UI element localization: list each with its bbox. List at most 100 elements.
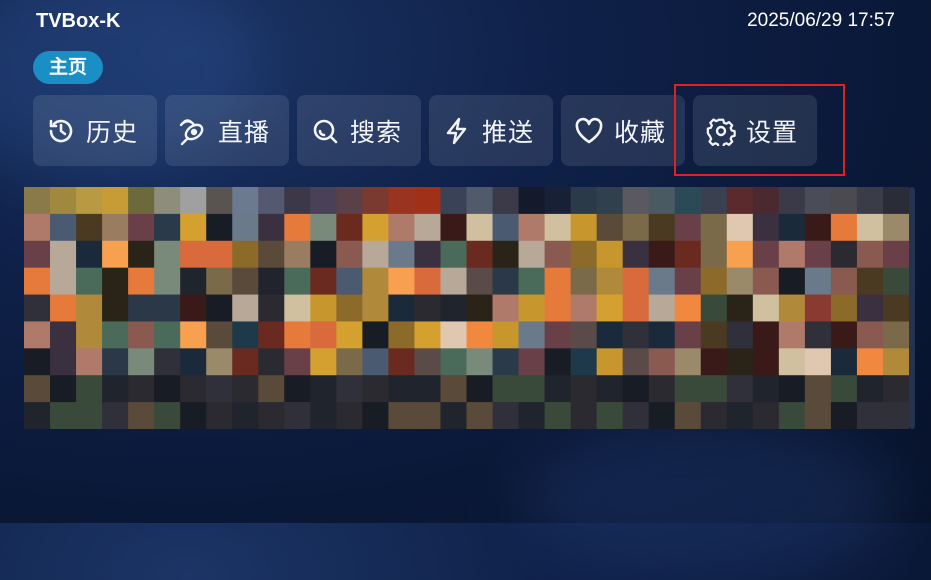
mosaic-tile bbox=[50, 348, 77, 376]
mosaic-tile bbox=[622, 187, 650, 215]
mosaic-tile bbox=[50, 267, 77, 296]
mosaic-tile bbox=[544, 240, 572, 269]
mosaic-tile bbox=[700, 240, 728, 269]
mosaic-tile bbox=[284, 187, 311, 215]
mosaic-tile bbox=[726, 321, 754, 349]
mosaic-tile bbox=[206, 294, 233, 322]
mosaic-tile bbox=[596, 240, 624, 269]
mosaic-tile bbox=[414, 240, 441, 269]
menu-item-favorites[interactable]: 收藏 bbox=[561, 95, 685, 166]
mosaic-tile bbox=[518, 402, 546, 429]
menu-item-search[interactable]: 搜索 bbox=[297, 95, 421, 166]
menu-item-history[interactable]: 历史 bbox=[33, 95, 157, 166]
mosaic-tile bbox=[778, 213, 806, 242]
mosaic-tile bbox=[440, 294, 467, 322]
mosaic-tile bbox=[206, 348, 233, 376]
mosaic-tile bbox=[206, 213, 233, 242]
menu-item-live[interactable]: 直播 bbox=[165, 95, 289, 166]
mosaic-tile bbox=[544, 348, 572, 376]
mosaic-tile bbox=[362, 402, 389, 429]
mosaic-tile bbox=[570, 348, 598, 376]
mosaic-tile bbox=[466, 240, 494, 269]
mosaic-tile bbox=[674, 402, 702, 429]
mosaic-tile bbox=[856, 267, 884, 296]
mosaic-tile bbox=[180, 213, 207, 242]
mosaic-tile bbox=[622, 321, 650, 349]
mosaic-tile bbox=[50, 321, 77, 349]
mosaic-tile bbox=[154, 348, 181, 376]
mosaic-tile bbox=[544, 402, 572, 429]
mosaic-tile bbox=[544, 375, 572, 403]
mosaic-tile bbox=[856, 402, 884, 429]
mosaic-tile bbox=[492, 213, 520, 242]
mosaic-tile bbox=[622, 267, 650, 296]
mosaic-tile bbox=[726, 348, 754, 376]
mosaic-tile bbox=[102, 294, 129, 322]
mosaic-tile bbox=[830, 294, 858, 322]
app-title: TVBox-K bbox=[36, 10, 121, 32]
mosaic-tile bbox=[518, 267, 546, 296]
mosaic-tile bbox=[232, 375, 259, 403]
menu-item-label: 收藏 bbox=[614, 117, 667, 147]
mosaic-tile bbox=[180, 187, 207, 215]
mosaic-tile bbox=[882, 240, 909, 269]
mosaic-tile bbox=[336, 321, 363, 349]
content-preview-mosaic[interactable] bbox=[24, 187, 915, 429]
mosaic-tile bbox=[128, 402, 155, 429]
mosaic-tile bbox=[804, 348, 832, 376]
menu-item-label: 搜索 bbox=[350, 117, 403, 147]
mosaic-tile bbox=[232, 402, 259, 429]
mosaic-tile bbox=[622, 402, 650, 429]
mosaic-tile bbox=[102, 375, 129, 403]
mosaic-tile bbox=[232, 321, 259, 349]
mosaic-tile bbox=[24, 348, 51, 376]
mosaic-tile bbox=[258, 187, 285, 215]
mosaic-tile bbox=[310, 375, 337, 403]
mosaic-tile bbox=[674, 213, 702, 242]
mosaic-tile bbox=[232, 187, 259, 215]
mosaic-tile bbox=[804, 321, 832, 349]
mosaic-tile bbox=[102, 267, 129, 296]
menu-item-push[interactable]: 推送 bbox=[429, 95, 553, 166]
mosaic-tile bbox=[362, 213, 389, 242]
mosaic-tile bbox=[336, 375, 363, 403]
mosaic-tile bbox=[778, 375, 806, 403]
mosaic-tile bbox=[700, 321, 728, 349]
mosaic-tile bbox=[102, 321, 129, 349]
mosaic-tile bbox=[830, 402, 858, 429]
mosaic-tile bbox=[284, 213, 311, 242]
mosaic-tile bbox=[388, 240, 415, 269]
mosaic-tile bbox=[596, 402, 624, 429]
mosaic-tile bbox=[128, 240, 155, 269]
mosaic-tile bbox=[882, 267, 909, 296]
mosaic-tile bbox=[648, 213, 676, 242]
mosaic-tile bbox=[518, 240, 546, 269]
mosaic-tile bbox=[50, 187, 77, 215]
mosaic-tile bbox=[206, 402, 233, 429]
mosaic-tile bbox=[778, 321, 806, 349]
mosaic-tile bbox=[726, 375, 754, 403]
mosaic-tile bbox=[518, 348, 546, 376]
mosaic-tile bbox=[154, 240, 181, 269]
mosaic-tile bbox=[310, 348, 337, 376]
mosaic-tile bbox=[388, 267, 415, 296]
mosaic-tile bbox=[518, 187, 546, 215]
mosaic-tile bbox=[830, 348, 858, 376]
menu-item-label: 推送 bbox=[482, 117, 535, 147]
tab-home[interactable]: 主页 bbox=[33, 51, 104, 84]
mosaic-tile bbox=[596, 321, 624, 349]
mosaic-tile bbox=[830, 375, 858, 403]
scrollbar[interactable] bbox=[909, 187, 915, 429]
mosaic-tile bbox=[414, 348, 441, 376]
mosaic-tile bbox=[778, 294, 806, 322]
mosaic-tile bbox=[596, 187, 624, 215]
mosaic-tile bbox=[76, 321, 103, 349]
mosaic-tile bbox=[466, 187, 494, 215]
mosaic-tile bbox=[804, 187, 832, 215]
mosaic-tile bbox=[492, 294, 520, 322]
mosaic-tile bbox=[336, 294, 363, 322]
mosaic-tile bbox=[128, 213, 155, 242]
mosaic-tile bbox=[856, 294, 884, 322]
mosaic-tile bbox=[466, 375, 494, 403]
mosaic-tile bbox=[882, 402, 909, 429]
